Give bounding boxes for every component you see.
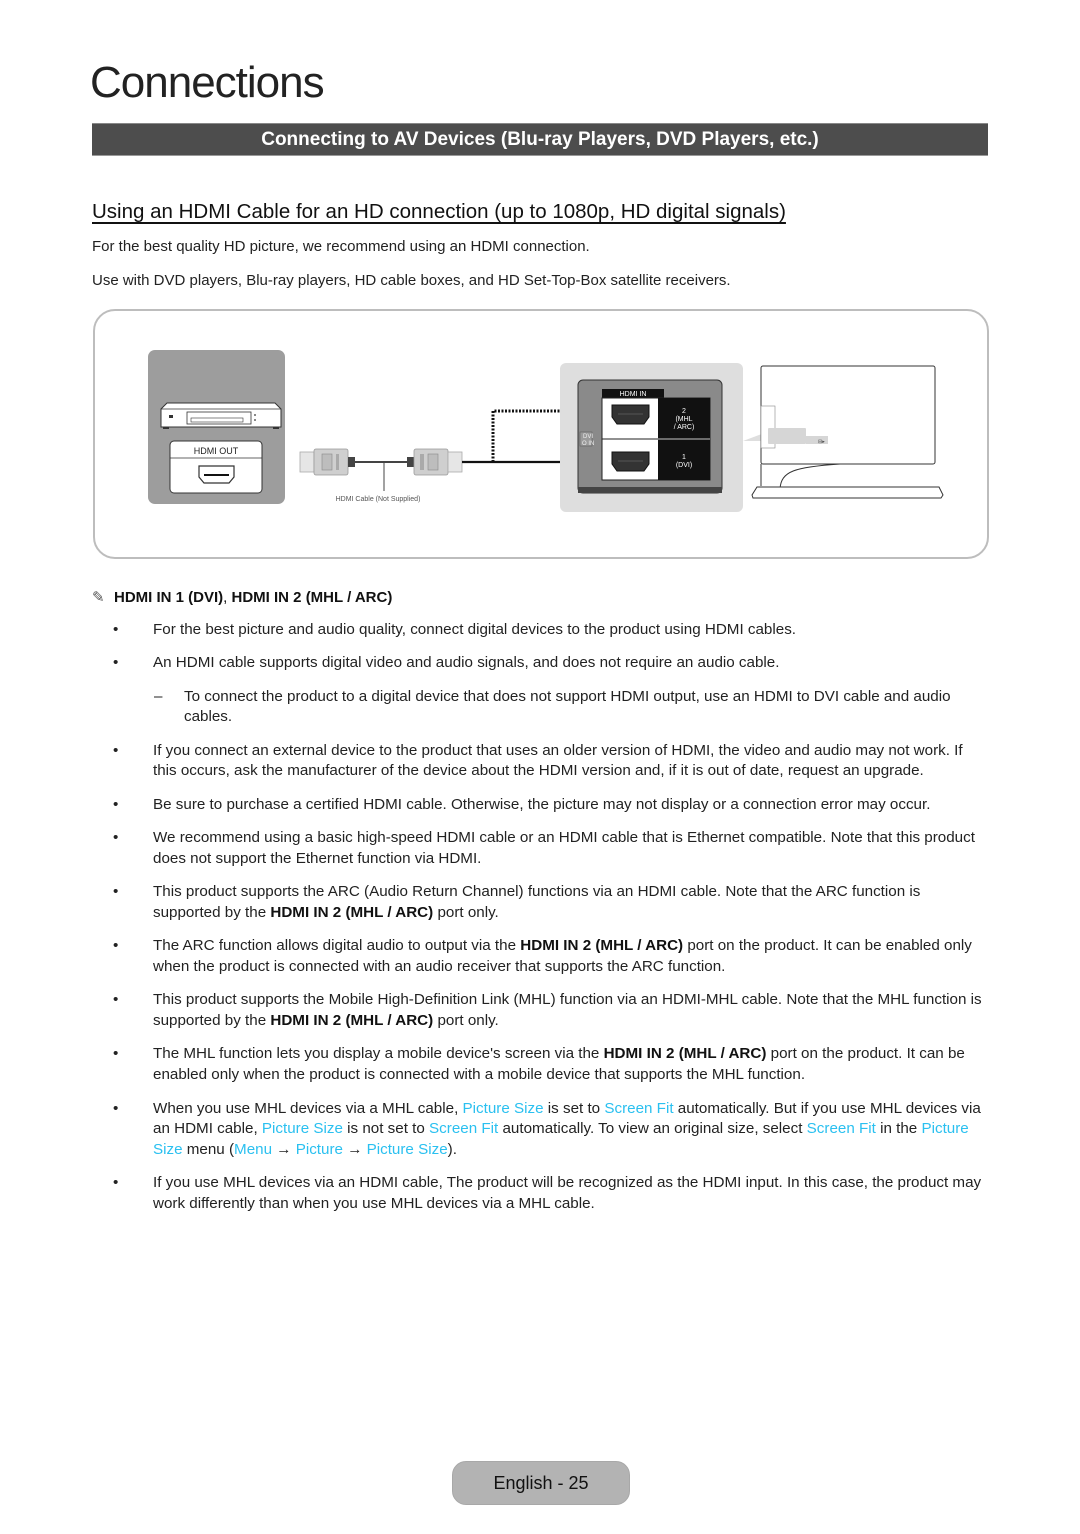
tv-port-panel: DVI O IN HDMI IN 2 (MHL / ARC) 1 (DVI) [560, 363, 743, 512]
list-item: • If you connect an external device to th… [92, 741, 988, 783]
list-item: • If you use MHL devices via an HDMI cabl… [92, 1173, 988, 1215]
port-reference: HDMI IN 2 (MHL / ARC) [603, 1045, 767, 1063]
note-heading-separator: , [223, 589, 228, 606]
bullet-marker: • [113, 1045, 119, 1063]
text-segment: The ARC function allows digital audio to… [153, 937, 521, 955]
list-item: • For the best picture and audio quality,… [92, 620, 988, 641]
menu-reference: Picture [295, 1141, 343, 1159]
page-title: Connections [90, 58, 325, 107]
text-segment: is not set to [342, 1120, 430, 1138]
text-segment: ). [447, 1141, 457, 1159]
list-item: • Be sure to purchase a certified HDMI ca… [92, 795, 988, 816]
bullet-marker: • [113, 741, 119, 759]
hdmi-in-2-port [611, 404, 650, 425]
text-segment: If you connect an external device to the… [153, 741, 963, 780]
list-item: • The MHL function lets you display a mob… [92, 1044, 988, 1086]
section-banner: Connecting to AV Devices (Blu-ray Player… [92, 123, 988, 156]
note-heading: ✎ HDMI IN 1 (DVI), HDMI IN 2 (MHL / ARC) [92, 588, 392, 606]
text-segment: The MHL function lets you display a mobi… [153, 1045, 604, 1063]
port-2-mhl: (MHL [675, 416, 692, 423]
bullet-marker: • [113, 621, 119, 638]
page-number-badge: English - 25 [452, 1461, 630, 1505]
port-reference: HDMI IN 2 (MHL / ARC) [270, 1012, 434, 1030]
note-heading-hdmi-1: HDMI IN 1 (DVI) [114, 589, 224, 606]
port-2-arc: / ARC) [674, 424, 695, 431]
bullet-marker: • [113, 829, 119, 847]
list-item: • This product supports the ARC (Audio Re… [92, 882, 988, 924]
hdmi-out-port: HDMI OUT [169, 440, 263, 494]
bluray-player-icon [160, 402, 282, 429]
pencil-icon: ✎ [92, 589, 105, 606]
port-1-number: 1 [682, 454, 686, 461]
port-1-dvi: (DVI) [676, 462, 692, 469]
bullet-marker: • [113, 654, 119, 672]
cable-label: HDMI Cable (Not Supplied) [336, 496, 421, 503]
side-port-label-2: O IN [582, 441, 594, 447]
hdmi-cable: HDMI Cable (Not Supplied) [299, 448, 463, 503]
bullet-marker: • [113, 1099, 119, 1117]
note-heading-hdmi-2: HDMI IN 2 (MHL / ARC) [231, 589, 393, 606]
list-item: • This product supports the Mobile High-D… [92, 990, 988, 1032]
intro-paragraph-1: For the best quality HD picture, we reco… [92, 238, 590, 255]
diagram-canvas: HDMI OUT HDMI Cable (Not Supplied) DVI O… [148, 350, 944, 512]
text-segment: If you use MHL devices via an HDMI cable… [153, 1174, 982, 1213]
text-segment: An HDMI cable supports digital video and… [153, 654, 780, 672]
text-segment: automatically. To view an original size,… [498, 1120, 807, 1138]
text-segment: → [342, 1141, 367, 1159]
bullet-marker: • [113, 1174, 119, 1192]
port-reference: HDMI IN 2 (MHL / ARC) [270, 903, 434, 921]
text-segment: Be sure to purchase a certified HDMI cab… [153, 795, 931, 813]
port-2-number: 2 [682, 408, 686, 415]
text-segment: port only. [433, 1012, 499, 1030]
bullet-list: • For the best picture and audio quality,… [92, 620, 992, 1228]
hdmi-in-label: HDMI IN [620, 391, 647, 398]
bullet-marker: • [113, 795, 119, 813]
side-port-label-1: DVI [583, 434, 593, 440]
text-segment: is set to [543, 1099, 605, 1117]
bullet-marker: • [113, 883, 119, 901]
hdmi-out-label: HDMI OUT [194, 446, 239, 456]
menu-reference: Menu [234, 1141, 273, 1159]
subheading: Using an HDMI Cable for an HD connection… [92, 200, 786, 223]
menu-reference: Screen Fit [429, 1120, 499, 1138]
source-device-panel: HDMI OUT [148, 350, 285, 504]
text-segment: To connect the product to a digital devi… [184, 687, 951, 726]
connection-diagram: HDMI OUT HDMI Cable (Not Supplied) DVI O… [93, 309, 989, 559]
text-segment: When you use MHL devices via a MHL cable… [153, 1099, 463, 1117]
list-item: • An HDMI cable supports digital video an… [92, 653, 988, 674]
dash-marker: – [154, 687, 163, 705]
text-segment: This product supports the ARC (Audio Ret… [153, 883, 921, 921]
text-segment: in the [875, 1120, 922, 1138]
menu-reference: Picture Size [261, 1120, 343, 1138]
text-segment: For the best picture and audio quality, … [153, 621, 797, 638]
menu-reference: Picture Size [462, 1099, 544, 1117]
text-segment: We recommend using a basic high-speed HD… [153, 829, 975, 867]
tv-port-marker-icon: ⊟▸ [818, 439, 825, 445]
tv-rear-icon: ⊟▸ [743, 365, 944, 499]
list-item: • The ARC function allows digital audio t… [92, 936, 988, 978]
menu-reference: Screen Fit [604, 1099, 674, 1117]
bullet-marker: • [113, 991, 119, 1009]
text-segment: port only. [433, 903, 499, 921]
menu-reference: Screen Fit [806, 1120, 876, 1138]
text-segment: → [272, 1141, 296, 1159]
list-item: • We recommend using a basic high-speed H… [92, 828, 988, 870]
text-segment: menu ( [182, 1141, 235, 1159]
intro-paragraph-2: Use with DVD players, Blu-ray players, H… [92, 272, 731, 289]
port-reference: HDMI IN 2 (MHL / ARC) [520, 937, 684, 955]
menu-reference: Picture Size [366, 1141, 448, 1159]
hdmi-in-1-port [611, 451, 650, 472]
bullet-marker: • [113, 937, 119, 955]
sub-list-item: – To connect the product to a digital dev… [92, 687, 989, 729]
list-item: • When you use MHL devices via a MHL cabl… [92, 1099, 988, 1161]
